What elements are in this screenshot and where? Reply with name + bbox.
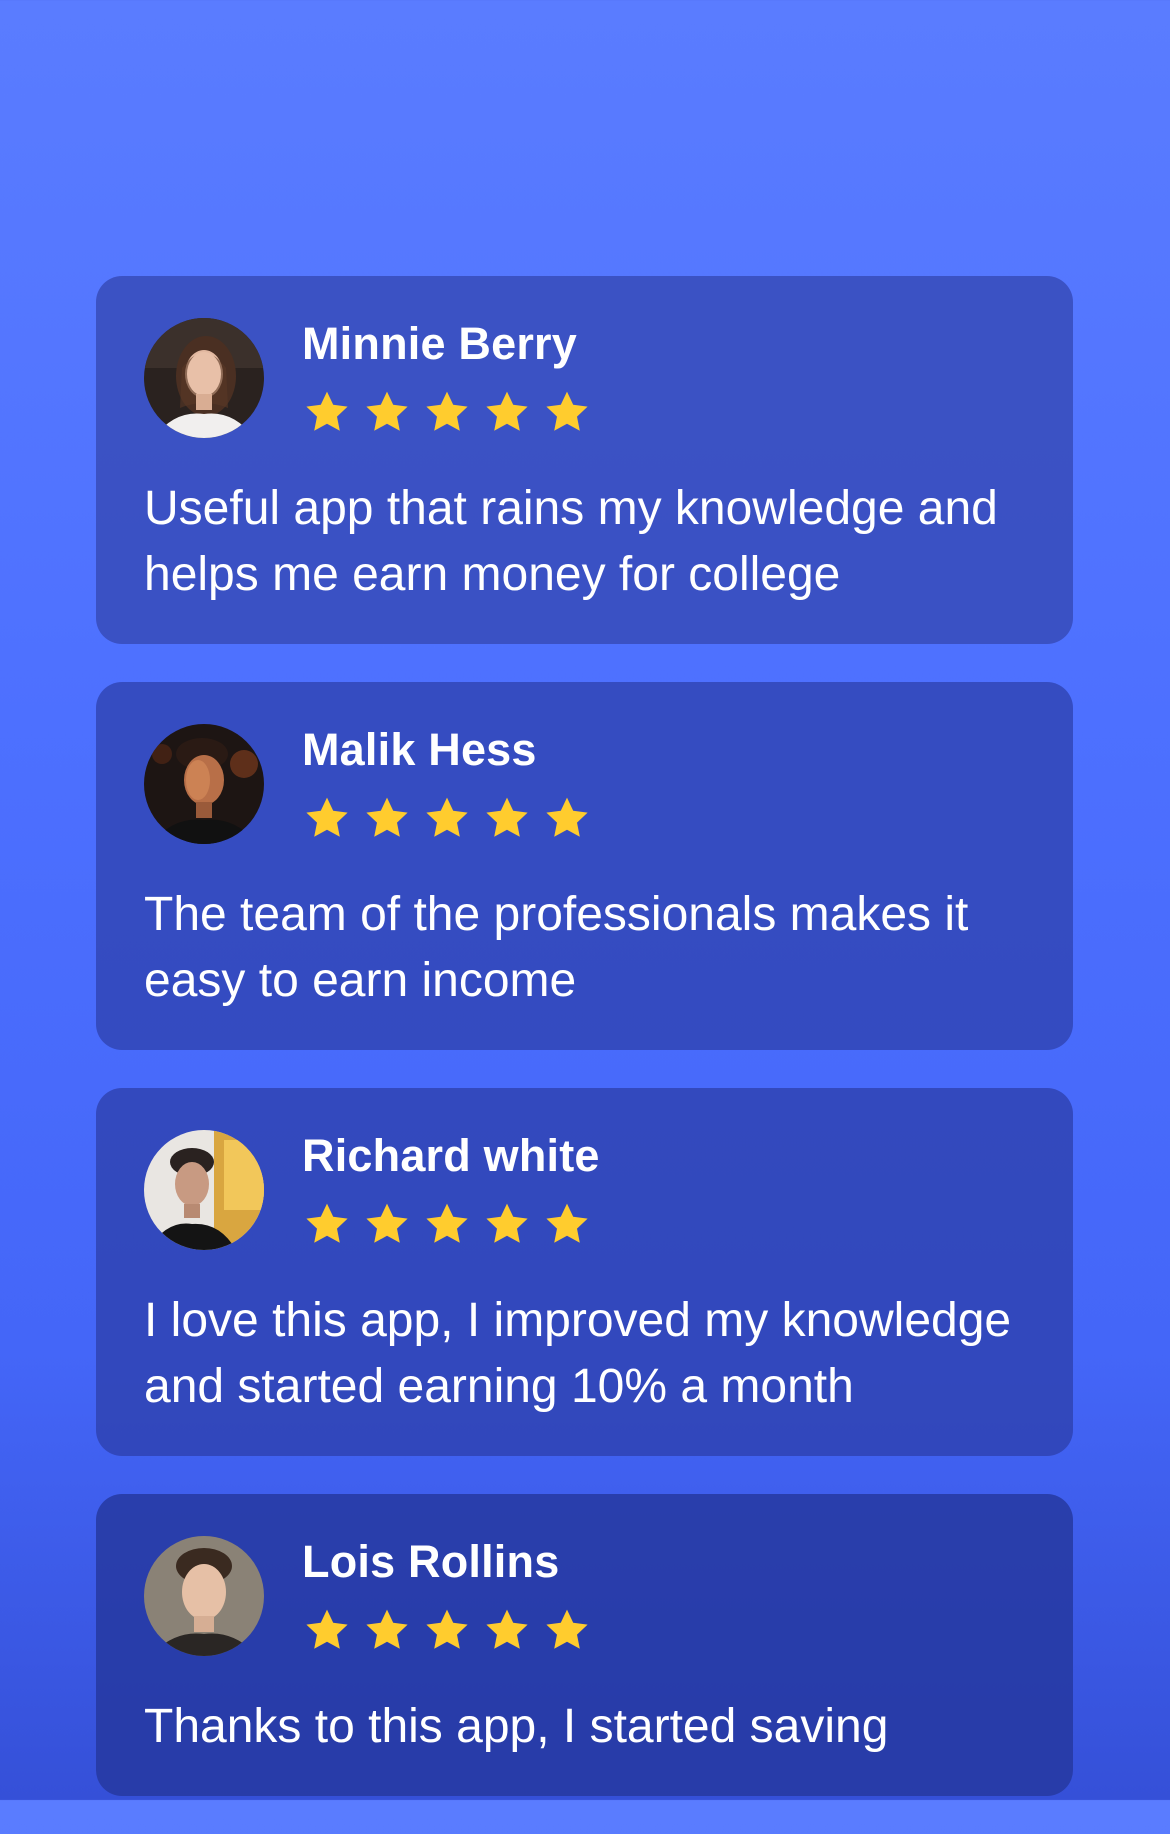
star-icon: [426, 1609, 468, 1649]
rating-stars: [302, 794, 592, 842]
star-icon: [306, 391, 348, 431]
star-icon: [426, 391, 468, 431]
star-icon: [366, 1203, 408, 1243]
avatar: [144, 1536, 264, 1656]
star-icon: [486, 391, 528, 431]
star-icon: [306, 1609, 348, 1649]
review-text: Thanks to this app, I started saving: [144, 1700, 889, 1753]
review-card: Richard white I love this app, I improve…: [96, 1088, 1073, 1456]
avatar-photo-icon: [144, 1130, 264, 1250]
star-icon: [306, 1203, 348, 1243]
reviewer-name: Richard white: [302, 1130, 600, 1181]
star-icon: [486, 1203, 528, 1243]
avatar-photo-icon: [144, 1536, 264, 1656]
star-icon: [366, 797, 408, 837]
review-meta: Lois Rollins: [302, 1536, 592, 1654]
star-icon: [486, 1609, 528, 1649]
reviewer-name: Minnie Berry: [302, 318, 577, 369]
rating-stars: [302, 388, 592, 436]
review-header: Malik Hess: [144, 724, 1025, 844]
star-icon: [366, 1609, 408, 1649]
avatar-photo-icon: [144, 724, 264, 844]
avatar: [144, 318, 264, 438]
review-meta: Minnie Berry: [302, 318, 592, 436]
star-icon: [426, 1203, 468, 1243]
reviewer-name: Malik Hess: [302, 724, 537, 775]
avatar: [144, 1130, 264, 1250]
review-text: I love this app, I improved my knowledge…: [144, 1294, 1012, 1413]
star-icon: [366, 391, 408, 431]
star-icon: [546, 391, 588, 431]
star-icon: [546, 797, 588, 837]
star-icon: [426, 797, 468, 837]
review-meta: Malik Hess: [302, 724, 592, 842]
review-text: The team of the professionals makes it e…: [144, 888, 969, 1007]
avatar-photo-icon: [144, 318, 264, 438]
rating-stars: [302, 1200, 600, 1248]
review-text: Useful app that rains my knowledge and h…: [144, 482, 998, 601]
review-card: Lois Rollins Thanks to this app, I start…: [96, 1494, 1073, 1796]
review-header: Lois Rollins: [144, 1536, 1025, 1656]
review-meta: Richard white: [302, 1130, 600, 1248]
reviews-list: Minnie Berry Useful app that rains my kn…: [96, 276, 1073, 1834]
rating-stars: [302, 1606, 592, 1654]
review-card: Malik Hess The team of the professionals…: [96, 682, 1073, 1050]
star-icon: [546, 1203, 588, 1243]
review-card: Minnie Berry Useful app that rains my kn…: [96, 276, 1073, 644]
star-icon: [546, 1609, 588, 1649]
star-icon: [486, 797, 528, 837]
review-header: Minnie Berry: [144, 318, 1025, 438]
review-header: Richard white: [144, 1130, 1025, 1250]
reviewer-name: Lois Rollins: [302, 1536, 560, 1587]
avatar: [144, 724, 264, 844]
star-icon: [306, 797, 348, 837]
